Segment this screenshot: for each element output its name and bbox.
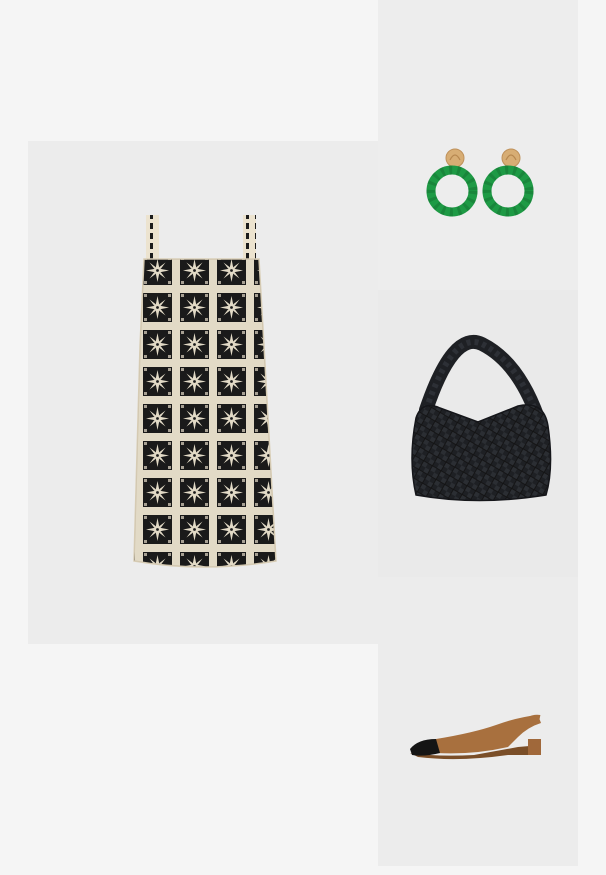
dress-strap-left bbox=[146, 215, 159, 263]
accessories-column bbox=[378, 0, 578, 866]
green-earrings-image bbox=[426, 148, 534, 217]
dress-product-tile[interactable] bbox=[28, 141, 378, 644]
crochet-dress-image bbox=[133, 215, 277, 568]
woven-bag-image bbox=[411, 335, 552, 502]
dress-strap-right bbox=[243, 215, 256, 263]
earring-left bbox=[426, 148, 478, 217]
slingback-shoe-image bbox=[410, 714, 541, 760]
earring-right bbox=[482, 148, 534, 217]
bag-product-tile[interactable] bbox=[378, 290, 578, 577]
bag-body bbox=[411, 404, 552, 502]
shoes-product-tile[interactable] bbox=[378, 577, 578, 866]
earrings-product-tile[interactable] bbox=[378, 0, 578, 290]
